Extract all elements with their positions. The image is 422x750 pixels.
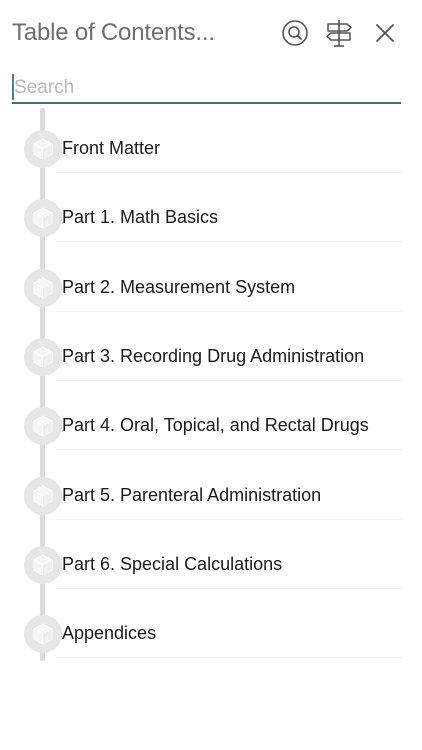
toc-node [24, 476, 62, 515]
toc-item-label: Part 3. Recording Drug Administration [62, 345, 365, 366]
cube-icon [33, 346, 53, 368]
toc-item[interactable]: Part 5. Parenteral Administration [0, 451, 422, 520]
close-icon [376, 24, 394, 42]
toc-node [24, 199, 62, 238]
search-icon [282, 20, 308, 46]
toc-node [24, 268, 62, 307]
search-field [12, 72, 401, 104]
toc-item[interactable]: Part 1. Math Basics [0, 173, 422, 243]
cube-icon [33, 207, 53, 229]
search-input[interactable] [12, 74, 399, 102]
toc-node [24, 615, 62, 654]
toc-item[interactable]: Part 4. Oral, Topical, and Rectal Drugs [0, 381, 422, 451]
toc-item[interactable]: Part 6. Special Calculations [0, 520, 422, 589]
signpost-icon [326, 20, 352, 47]
toc-list: Front Matter Part 1. Math Basics Part 2. M… [0, 104, 422, 664]
toc-item[interactable]: Appendices [0, 589, 422, 659]
toc-item-label: Part 1. Math Basics [62, 207, 219, 228]
toc-item-label: Part 2. Measurement System [62, 276, 296, 297]
toc-item-label: Part 6. Special Calculations [62, 553, 283, 574]
search-button[interactable] [280, 18, 310, 48]
toc-item[interactable]: Part 2. Measurement System [0, 243, 422, 312]
cube-icon [33, 415, 53, 437]
toc-item-label: Front Matter [62, 138, 161, 158]
cube-icon [33, 277, 53, 299]
toc-node [24, 130, 62, 168]
toc-node [24, 337, 62, 376]
page-title: Table of Contents... [12, 19, 215, 46]
toc-item-label: Part 5. Parenteral Administration [62, 484, 322, 505]
navigation-button[interactable] [324, 18, 354, 48]
cube-icon [33, 138, 53, 160]
close-button[interactable] [370, 18, 400, 48]
cube-icon [33, 484, 53, 507]
header-bar: Table of Contents... [0, 0, 422, 68]
toc-item[interactable]: Front Matter [0, 104, 422, 173]
cube-icon [33, 554, 53, 576]
toc-node [24, 545, 62, 584]
text-cursor [12, 74, 14, 100]
toc-item-label: Part 4. Oral, Topical, and Rectal Drugs [62, 415, 369, 436]
toc-node [24, 407, 62, 446]
cube-icon [33, 623, 53, 645]
toc-item[interactable]: Part 3. Recording Drug Administration [0, 312, 422, 381]
toc-item-label: Appendices [62, 623, 157, 644]
